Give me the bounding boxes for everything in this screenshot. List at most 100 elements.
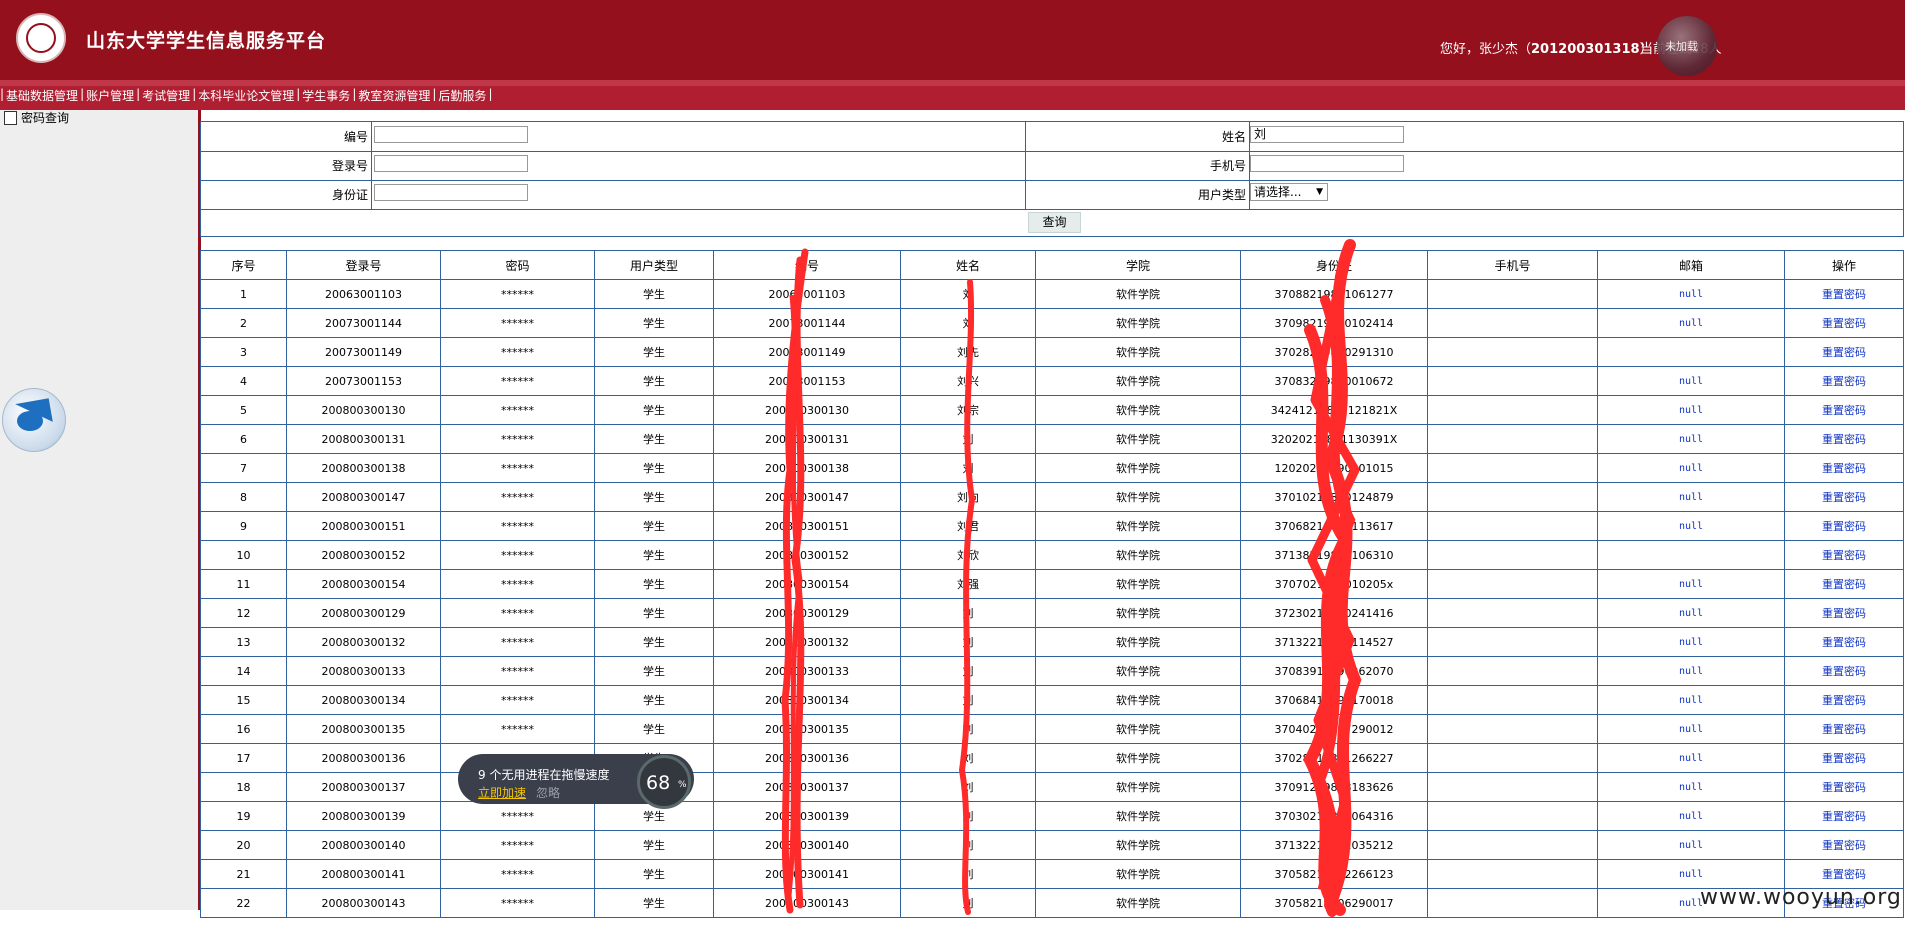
menu-item-account[interactable]: 账户管理 (84, 87, 136, 107)
login-input[interactable] (374, 155, 528, 172)
reset-password-link[interactable]: 重置密码 (1784, 453, 1904, 483)
reset-password-link[interactable]: 重置密码 (1784, 685, 1904, 715)
speedup-now-link[interactable]: 立即加速 (478, 784, 526, 801)
cell-college: 软件学院 (1035, 453, 1241, 483)
reset-password-link[interactable]: 重置密码 (1784, 337, 1904, 367)
cell-usertype: 学生 (594, 540, 714, 570)
speed-gauge-icon[interactable]: 68% (637, 755, 691, 809)
login-label: 登录号 (331, 159, 368, 173)
reset-password-link[interactable]: 重置密码 (1784, 424, 1904, 454)
email-link[interactable]: null (1597, 424, 1785, 454)
id-label: 编号 (343, 130, 368, 144)
email-link[interactable]: null (1597, 453, 1785, 483)
menu-item-student-affairs[interactable]: 学生事务 (300, 87, 352, 107)
reset-password-link[interactable]: 重置密码 (1784, 366, 1904, 396)
cell-phone (1427, 656, 1598, 686)
email-link[interactable]: null (1597, 743, 1785, 773)
email-link[interactable]: null (1597, 511, 1785, 541)
reset-password-link[interactable]: 重置密码 (1784, 627, 1904, 657)
email-link[interactable]: null (1597, 627, 1785, 657)
email-link[interactable]: null (1597, 801, 1785, 831)
cell-id: 200800300141 (713, 859, 901, 889)
speed-orb-icon[interactable]: 未加载 (1657, 16, 1717, 76)
cell-index: 20 (200, 830, 287, 860)
email-link[interactable]: null (1597, 714, 1785, 744)
email-link[interactable]: null (1597, 772, 1785, 802)
cell-id: 200800300151 (713, 511, 901, 541)
cell-name: 刘 (900, 743, 1036, 773)
reset-password-link[interactable]: 重置密码 (1784, 395, 1904, 425)
cell-usertype: 学生 (594, 569, 714, 599)
sidebar-item-password-query[interactable]: 密码查询 (4, 109, 69, 126)
menu-item-logistics[interactable]: 后勤服务 (436, 87, 488, 107)
reset-password-link[interactable]: 重置密码 (1784, 801, 1904, 831)
email-link[interactable]: null (1597, 656, 1785, 686)
main-menu: | 基础数据管理 | 账户管理 | 考试管理 | 本科毕业论文管理 | 学生事务 | 教室… (0, 87, 492, 107)
reset-password-link[interactable]: 重置密码 (1784, 656, 1904, 686)
idcard-input[interactable] (374, 184, 528, 201)
cell-idcard: 37068419890170018 (1240, 685, 1428, 715)
cell-idcard: 37028219890291310 (1240, 337, 1428, 367)
cell-name: 刘 (900, 308, 1036, 338)
column-header-id: 编号 (713, 250, 901, 280)
cell-phone (1427, 772, 1598, 802)
reset-password-link[interactable]: 重置密码 (1784, 511, 1904, 541)
cell-id: 200800300134 (713, 685, 901, 715)
email-link[interactable]: null (1597, 366, 1785, 396)
cell-password: ****** (440, 801, 595, 831)
email-link[interactable]: null (1597, 395, 1785, 425)
cell-password: ****** (440, 830, 595, 860)
cell-id: 200800300130 (713, 395, 901, 425)
reset-password-link[interactable]: 重置密码 (1784, 540, 1904, 570)
reset-password-link[interactable]: 重置密码 (1784, 279, 1904, 309)
email-link[interactable]: null (1597, 685, 1785, 715)
cell-name: 刘强 (900, 569, 1036, 599)
cell-index: 12 (200, 598, 287, 628)
table-row: 22 200800300143 ****** 学生 200800300143 刘软件学院 3… (200, 888, 1904, 918)
cell-phone (1427, 859, 1598, 889)
cell-phone (1427, 801, 1598, 831)
reset-password-link[interactable]: 重置密码 (1784, 714, 1904, 744)
ignore-link[interactable]: 忽略 (536, 784, 560, 801)
bird-floating-icon[interactable] (2, 388, 66, 452)
reset-password-link[interactable]: 重置密码 (1784, 308, 1904, 338)
reset-password-link[interactable]: 重置密码 (1784, 743, 1904, 773)
name-input[interactable]: 刘 (1250, 126, 1404, 143)
reset-password-link[interactable]: 重置密码 (1784, 569, 1904, 599)
menu-item-exam[interactable]: 考试管理 (140, 87, 192, 107)
email-link[interactable]: null (1597, 830, 1785, 860)
email-link[interactable]: null (1597, 598, 1785, 628)
cell-name: 刘兴 (900, 366, 1036, 396)
reset-password-link[interactable]: 重置密码 (1784, 772, 1904, 802)
cell-usertype: 学生 (594, 685, 714, 715)
query-button[interactable]: 查询 (1028, 212, 1081, 233)
cell-login: 200800300130 (286, 395, 441, 425)
column-header-usertype: 用户类型 (594, 250, 714, 280)
reset-password-link[interactable]: 重置密码 (1784, 830, 1904, 860)
email-link[interactable]: null (1597, 482, 1785, 512)
phone-input[interactable] (1250, 155, 1404, 172)
cell-idcard: 37132219891114527 (1240, 627, 1428, 657)
usertype-select[interactable]: 请选择... ▼ (1250, 183, 1328, 201)
column-header-password: 密码 (440, 250, 595, 280)
menu-item-basic-data[interactable]: 基础数据管理 (4, 87, 80, 107)
cell-idcard: 3707021989010205x (1240, 569, 1428, 599)
email-link[interactable]: null (1597, 569, 1785, 599)
table-row: 5 200800300130 ****** 学生 200800300130 刘宗 软件学院 3… (200, 395, 1904, 425)
cell-usertype: 学生 (594, 627, 714, 657)
email-link[interactable]: null (1597, 279, 1785, 309)
usertype-label: 用户类型 (1197, 188, 1246, 202)
email-link[interactable]: null (1597, 308, 1785, 338)
id-input[interactable] (374, 126, 528, 143)
cell-college: 软件学院 (1035, 395, 1241, 425)
menu-item-classroom[interactable]: 教室资源管理 (356, 87, 432, 107)
menu-item-thesis[interactable]: 本科毕业论文管理 (196, 87, 296, 107)
cell-login: 200800300134 (286, 685, 441, 715)
reset-password-link[interactable]: 重置密码 (1784, 598, 1904, 628)
table-row: 15 200800300134 ****** 学生 200800300134 刘软件学院 3… (200, 685, 1904, 715)
cell-name: 刘 (900, 830, 1036, 860)
cell-phone (1427, 598, 1598, 628)
cell-idcard: 37088219881061277 (1240, 279, 1428, 309)
reset-password-link[interactable]: 重置密码 (1784, 482, 1904, 512)
cell-usertype: 学生 (594, 279, 714, 309)
